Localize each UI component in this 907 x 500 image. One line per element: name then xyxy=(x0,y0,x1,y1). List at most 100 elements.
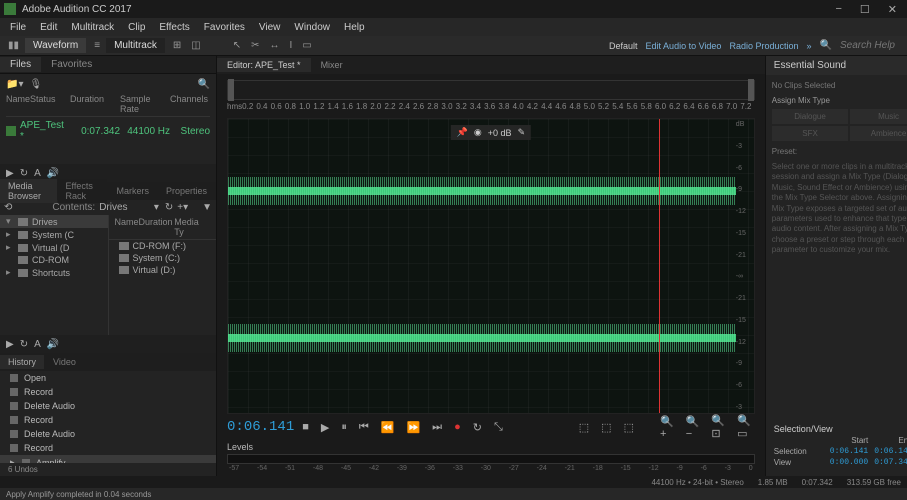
tab-editor[interactable]: Editor: APE_Test * xyxy=(217,58,311,72)
spectral-toggle-icon[interactable]: ◫ xyxy=(187,39,204,52)
menu-edit[interactable]: Edit xyxy=(34,22,63,33)
tree-item[interactable]: System (C xyxy=(32,230,74,240)
record-button[interactable]: ● xyxy=(450,421,465,433)
history-item[interactable]: Record xyxy=(0,413,216,427)
rewind-start-button[interactable]: ⏮ xyxy=(355,421,373,434)
zoom-full-button[interactable]: 🔍⊡ xyxy=(707,414,729,440)
menu-file[interactable]: File xyxy=(4,22,32,33)
forward-button[interactable]: ⏩ xyxy=(402,421,424,434)
history-item[interactable]: Record xyxy=(0,441,216,455)
mb-drives-node[interactable]: Drives xyxy=(32,217,58,227)
menu-help[interactable]: Help xyxy=(338,22,371,33)
files-record-icon[interactable]: 🎙 xyxy=(29,79,42,90)
es-type-sfx[interactable]: SFX xyxy=(772,126,849,141)
tab-favorites[interactable]: Favorites xyxy=(41,57,102,72)
workspace-more[interactable]: » xyxy=(807,41,812,51)
search-icon[interactable]: 🔍 xyxy=(820,40,832,51)
menu-clip[interactable]: Clip xyxy=(122,22,151,33)
workspace-edit-audio-video[interactable]: Edit Audio to Video xyxy=(646,41,722,51)
loop-icon[interactable]: ↻ xyxy=(20,168,28,179)
zoom-in-amp-button[interactable]: ⬚ xyxy=(575,421,593,434)
workspace-default[interactable]: Default xyxy=(609,41,638,51)
mb-contents-value[interactable]: Drives xyxy=(99,202,127,213)
waveform-icon[interactable]: ▮▮ xyxy=(4,39,23,52)
es-type-music[interactable]: Music xyxy=(850,109,907,124)
play-preview-icon[interactable]: ▶ xyxy=(6,339,14,350)
volume-icon[interactable]: 🔊 xyxy=(47,168,59,179)
time-ruler[interactable]: hms0.20.40.60.81.01.21.41.61.82.02.22.42… xyxy=(227,102,755,116)
mb-filter-icon[interactable]: ▼ xyxy=(202,202,212,213)
files-search-icon[interactable]: 🔍 xyxy=(198,79,210,90)
sv-view-start[interactable]: 0:00.000 xyxy=(830,458,868,467)
mb-shortcuts[interactable]: Shortcuts xyxy=(32,268,70,278)
menu-multitrack[interactable]: Multitrack xyxy=(65,22,120,33)
timecode-display[interactable]: 0:06.141 xyxy=(227,419,294,435)
mb-col-name[interactable]: Name xyxy=(115,217,139,237)
zoom-selection-button[interactable]: 🔍▭ xyxy=(733,414,755,440)
sv-sel-start[interactable]: 0:06.141 xyxy=(830,447,868,456)
zoom-out-amp-button[interactable]: ⬚ xyxy=(597,421,615,434)
history-item[interactable]: Delete Audio xyxy=(0,399,216,413)
minimize-button[interactable]: − xyxy=(835,3,841,16)
tree-item[interactable]: System (C:) xyxy=(133,253,181,263)
tab-history[interactable]: History xyxy=(0,355,44,369)
history-item[interactable]: Delete Audio xyxy=(0,427,216,441)
es-type-dialogue[interactable]: Dialogue xyxy=(772,109,849,124)
play-button[interactable]: ▶ xyxy=(317,421,333,434)
play-preview-icon[interactable]: ▶ xyxy=(6,168,14,179)
waveform-display[interactable]: dB-3-6-9-12-15-21-∞-21-15-12-9-6-3 📌 ◉ +… xyxy=(227,118,755,414)
move-tool-icon[interactable]: ↖ xyxy=(229,39,245,52)
loop-button[interactable]: ↻ xyxy=(469,421,486,434)
overview-handle-left[interactable] xyxy=(228,79,234,101)
hud-fx-icon[interactable]: ✎ xyxy=(518,127,526,138)
mb-add-icon[interactable]: +▾ xyxy=(177,202,188,213)
time-select-tool-icon[interactable]: I xyxy=(285,39,296,52)
pause-button[interactable]: ⏸ xyxy=(337,421,351,434)
playhead[interactable] xyxy=(659,119,660,413)
menu-favorites[interactable]: Favorites xyxy=(198,22,251,33)
sv-sel-end[interactable]: 0:06.141 xyxy=(874,447,907,456)
view-multitrack-button[interactable]: Multitrack xyxy=(106,38,165,53)
autoplay-icon[interactable]: A xyxy=(34,339,41,350)
marquee-tool-icon[interactable]: ▭ xyxy=(298,39,315,52)
autoplay-icon[interactable]: A xyxy=(34,168,41,179)
view-waveform-button[interactable]: Waveform xyxy=(25,38,86,53)
maximize-button[interactable]: ☐ xyxy=(860,3,870,16)
tab-video[interactable]: Video xyxy=(45,355,84,369)
menu-effects[interactable]: Effects xyxy=(153,22,195,33)
zoom-out-time-button[interactable]: 🔍− xyxy=(682,415,704,440)
tree-collapse-icon[interactable]: ▾ xyxy=(6,216,14,227)
files-header-channels[interactable]: Channels xyxy=(170,94,210,114)
files-open-icon[interactable]: 📁▾ xyxy=(6,79,23,90)
close-button[interactable]: ✕ xyxy=(888,3,897,16)
tree-item[interactable]: CD-ROM (F:) xyxy=(133,241,187,251)
overview-handle-right[interactable] xyxy=(748,79,754,101)
razor-tool-icon[interactable]: ✂ xyxy=(247,39,263,52)
files-header-status[interactable]: Status xyxy=(30,94,70,114)
es-type-ambience[interactable]: Ambience xyxy=(850,126,907,141)
mb-back-icon[interactable]: ⟲ xyxy=(4,202,12,213)
mb-col-media[interactable]: Media Ty xyxy=(174,217,210,237)
forward-end-button[interactable]: ⏭ xyxy=(428,421,446,434)
hud-knob-icon[interactable]: ◉ xyxy=(474,127,482,138)
hud-gain-value[interactable]: +0 dB xyxy=(488,128,512,138)
volume-icon[interactable]: 🔊 xyxy=(47,339,59,350)
sv-view-end[interactable]: 0:07.342 xyxy=(874,458,907,467)
files-header-name[interactable]: Name xyxy=(6,94,30,114)
hud-toggle-icon[interactable]: ⊞ xyxy=(169,39,185,52)
stop-button[interactable]: ■ xyxy=(298,421,313,433)
overview-bar[interactable] xyxy=(227,80,755,100)
zoom-reset-amp-button[interactable]: ⬚ xyxy=(620,421,638,434)
mb-col-dur[interactable]: Duration xyxy=(139,217,175,237)
history-item[interactable]: Record xyxy=(0,385,216,399)
file-row[interactable]: APE_Test * 0:07.342 44100 Hz Stereo xyxy=(6,117,210,145)
search-help-placeholder[interactable]: Search Help xyxy=(840,40,895,51)
menu-window[interactable]: Window xyxy=(288,22,336,33)
skip-selection-button[interactable]: ⤡ xyxy=(490,421,507,434)
history-item[interactable]: ▸Amplify xyxy=(0,455,216,463)
tree-item[interactable]: Virtual (D:) xyxy=(133,265,176,275)
hud-volume[interactable]: 📌 ◉ +0 dB ✎ xyxy=(451,125,531,140)
tab-files[interactable]: Files xyxy=(0,57,41,72)
multitrack-icon[interactable]: ≡ xyxy=(90,39,104,52)
menu-view[interactable]: View xyxy=(253,22,287,33)
